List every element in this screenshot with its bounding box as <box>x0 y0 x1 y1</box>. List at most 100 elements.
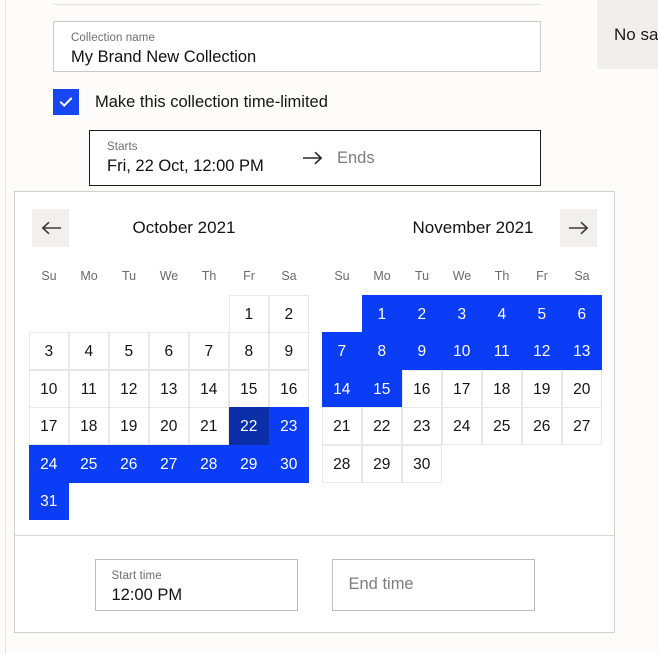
day-cell-blank <box>29 295 70 333</box>
days-grid[interactable]: 1 2 3 4 5 6 7 8 9 10 11 12 13 14 15 16 17 18 19 20 21 22 23 24 2… <box>28 294 309 520</box>
end-time-field[interactable]: End time <box>331 558 535 611</box>
day-cell-1[interactable]: 1 <box>361 294 402 333</box>
day-cell-4[interactable]: 4 <box>68 332 109 370</box>
day-cell-14[interactable]: 14 <box>321 369 362 408</box>
top-divider <box>53 4 541 5</box>
day-cell-19[interactable]: 19 <box>521 369 562 408</box>
day-cell-10[interactable]: 10 <box>28 369 69 408</box>
day-cell-6[interactable]: 6 <box>148 332 189 370</box>
day-cell-23[interactable]: 23 <box>401 407 442 445</box>
day-cell-1[interactable]: 1 <box>228 294 269 333</box>
day-cell-30[interactable]: 30 <box>401 444 442 483</box>
day-cell-9[interactable]: 9 <box>268 332 309 370</box>
date-range-field[interactable]: Starts Fri, 22 Oct, 12:00 PM Ends <box>89 130 541 186</box>
day-cell-20[interactable]: 20 <box>561 369 602 408</box>
day-cell-16[interactable]: 16 <box>268 369 309 408</box>
range-start-section[interactable]: Starts Fri, 22 Oct, 12:00 PM <box>90 140 295 177</box>
day-cell-31[interactable]: 31 <box>28 482 69 520</box>
arrow-right-icon <box>295 150 331 166</box>
range-start-value[interactable]: Fri, 22 Oct, 12:00 PM <box>107 155 295 177</box>
day-cell-19[interactable]: 19 <box>108 407 149 445</box>
day-cell-2[interactable]: 2 <box>401 294 442 333</box>
day-cell-16[interactable]: 16 <box>401 369 442 408</box>
start-time-field[interactable]: Start time 12:00 PM <box>94 558 298 611</box>
time-limited-checkbox-label: Make this collection time-limited <box>95 92 328 111</box>
day-of-week-we: We <box>159 269 179 283</box>
day-cell-24[interactable]: 24 <box>441 407 482 445</box>
day-cell-3[interactable]: 3 <box>441 294 482 333</box>
day-cell-4[interactable]: 4 <box>481 294 522 333</box>
day-cell-8[interactable]: 8 <box>228 332 269 370</box>
day-cell-2[interactable]: 2 <box>268 294 309 333</box>
day-cell-10[interactable]: 10 <box>441 332 482 370</box>
day-cell-15[interactable]: 15 <box>361 369 402 408</box>
day-cell-27[interactable]: 27 <box>561 407 602 445</box>
day-cell-6[interactable]: 6 <box>561 294 602 333</box>
day-cell-22[interactable]: 22 <box>228 407 269 445</box>
day-cell-blank <box>322 295 363 333</box>
day-cell-30[interactable]: 30 <box>268 444 309 483</box>
day-cell-13[interactable]: 13 <box>561 332 602 370</box>
time-limited-checkbox[interactable] <box>53 89 79 115</box>
day-cell-17[interactable]: 17 <box>28 407 69 445</box>
day-cell-27[interactable]: 27 <box>148 444 189 483</box>
day-cell-24[interactable]: 24 <box>28 444 69 483</box>
day-cell-25[interactable]: 25 <box>68 444 109 483</box>
day-cell-14[interactable]: 14 <box>188 369 229 408</box>
months-container: Su Mo Tu We Th Fr Sa 1 2 3 4 5 6 7 8 9 10 11 12 13 14 15 16 17… <box>15 265 614 520</box>
day-cell-5[interactable]: 5 <box>108 332 149 370</box>
day-of-week-row: Su Mo Tu We Th Fr Sa <box>29 265 309 287</box>
day-of-week-th: Th <box>201 269 217 283</box>
start-time-value[interactable]: 12:00 PM <box>112 584 297 606</box>
range-start-label: Starts <box>107 140 138 153</box>
day-cell-blank <box>149 295 190 333</box>
day-cell-18[interactable]: 18 <box>481 369 522 408</box>
check-icon <box>58 94 74 110</box>
day-cell-5[interactable]: 5 <box>521 294 562 333</box>
range-end-placeholder[interactable]: Ends <box>337 149 375 168</box>
prev-month-button[interactable] <box>32 209 69 247</box>
day-of-week-mo: Mo <box>373 269 391 283</box>
day-cell-26[interactable]: 26 <box>521 407 562 445</box>
day-cell-7[interactable]: 7 <box>321 332 362 370</box>
day-cell-blank <box>109 295 150 333</box>
day-cell-9[interactable]: 9 <box>401 332 442 370</box>
day-cell-26[interactable]: 26 <box>108 444 149 483</box>
day-cell-28[interactable]: 28 <box>321 444 362 483</box>
day-cell-18[interactable]: 18 <box>68 407 109 445</box>
day-of-week-th: Th <box>494 269 510 283</box>
collection-name-field[interactable]: Collection name My Brand New Collection <box>53 21 541 72</box>
day-cell-22[interactable]: 22 <box>361 407 402 445</box>
start-time-label: Start time <box>111 569 162 582</box>
days-grid[interactable]: 1 2 3 4 5 6 7 8 9 10 11 12 13 14 15 16 17 18 19 20 21 22 23 24 2… <box>321 294 602 483</box>
day-cell-11[interactable]: 11 <box>68 369 109 408</box>
day-cell-3[interactable]: 3 <box>28 332 69 370</box>
range-end-section[interactable]: Ends <box>331 149 375 168</box>
time-inputs-row: Start time 12:00 PM End time <box>15 536 614 633</box>
day-cell-28[interactable]: 28 <box>188 444 229 483</box>
end-time-placeholder[interactable]: End time <box>349 575 414 594</box>
month-grid-october: Su Mo Tu We Th Fr Sa 1 2 3 4 5 6 7 8 9 10 11 12 13 14 15 16 17… <box>28 265 309 520</box>
day-cell-20[interactable]: 20 <box>148 407 189 445</box>
day-cell-29[interactable]: 29 <box>361 444 402 483</box>
day-cell-25[interactable]: 25 <box>481 407 522 445</box>
collection-name-value[interactable]: My Brand New Collection <box>71 46 540 68</box>
day-cell-13[interactable]: 13 <box>148 369 189 408</box>
day-cell-23[interactable]: 23 <box>268 407 309 445</box>
day-cell-15[interactable]: 15 <box>228 369 269 408</box>
day-cell-12[interactable]: 12 <box>108 369 149 408</box>
next-month-button[interactable] <box>560 209 597 247</box>
time-limited-checkbox-row[interactable]: Make this collection time-limited <box>53 89 328 115</box>
day-of-week-tu: Tu <box>121 269 137 283</box>
day-cell-17[interactable]: 17 <box>441 369 482 408</box>
month-title-october: October 2021 <box>132 218 236 237</box>
day-cell-21[interactable]: 21 <box>321 407 362 445</box>
day-cell-7[interactable]: 7 <box>188 332 229 370</box>
day-cell-12[interactable]: 12 <box>521 332 562 370</box>
day-cell-8[interactable]: 8 <box>361 332 402 370</box>
day-cell-29[interactable]: 29 <box>228 444 269 483</box>
day-cell-21[interactable]: 21 <box>188 407 229 445</box>
side-panel: No sa <box>597 0 658 69</box>
calendar-header: October 2021 November 2021 <box>15 192 614 265</box>
day-cell-11[interactable]: 11 <box>481 332 522 370</box>
